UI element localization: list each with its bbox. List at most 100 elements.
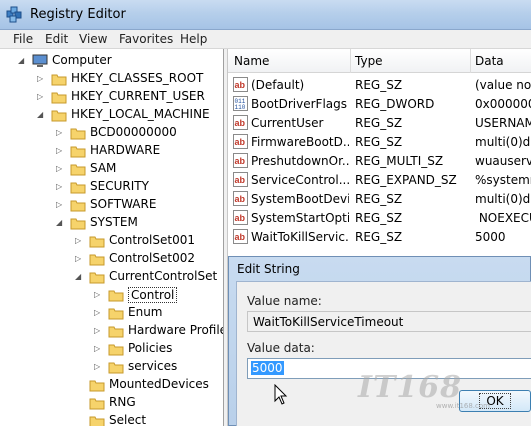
collapsed-arrow-icon[interactable]: ▷ — [94, 345, 101, 353]
tree-item-label: BCD00000000 — [90, 125, 177, 139]
value-type: REG_SZ — [355, 192, 403, 206]
svg-text:ab: ab — [235, 80, 246, 90]
tree-item-label: CurrentControlSet — [109, 269, 218, 283]
collapsed-arrow-icon[interactable]: ▷ — [94, 327, 101, 335]
column-header-data[interactable]: Data — [475, 54, 504, 68]
tree-item-label: Hardware Profiles — [128, 323, 224, 337]
ab-string-icon: ab — [233, 191, 248, 206]
tree-item-label: Enum — [128, 305, 163, 319]
column-header-name[interactable]: Name — [234, 54, 269, 68]
tree-item-label: ControlSet001 — [109, 233, 195, 247]
folder-open-icon — [108, 290, 124, 302]
menu-help[interactable]: Help — [180, 32, 207, 46]
tree-item-label-selected: Control — [128, 287, 178, 303]
folder-icon — [89, 236, 105, 248]
tree-item-label: SAM — [90, 161, 117, 175]
ab-string-icon: ab — [233, 153, 248, 168]
value-data: multi(0)dis — [475, 135, 531, 149]
expanded-arrow-icon[interactable]: ◢ — [75, 273, 82, 281]
value-row[interactable]: ab PreshutdownOr... REG_MULTI_SZ wuauser… — [228, 151, 531, 170]
ab-string-icon: ab — [233, 172, 248, 187]
value-row[interactable]: ab ServiceControl... REG_EXPAND_SZ %syst… — [228, 170, 531, 189]
folder-icon — [108, 326, 124, 338]
ab-string-icon: ab — [233, 210, 248, 225]
value-data: (value not — [475, 78, 531, 92]
registry-cube-icon — [6, 6, 22, 23]
value-name: SystemStartOpti... — [251, 211, 349, 225]
menu-view[interactable]: View — [79, 32, 107, 46]
folder-icon — [70, 182, 86, 194]
folder-icon — [108, 344, 124, 356]
ab-string-icon: ab — [233, 77, 248, 92]
svg-text:ab: ab — [235, 156, 246, 166]
computer-icon — [32, 54, 48, 67]
menu-favorites[interactable]: Favorites — [119, 32, 173, 46]
column-divider[interactable] — [470, 49, 471, 73]
tree-item-label: HARDWARE — [90, 143, 161, 157]
value-name: PreshutdownOr... — [251, 154, 349, 168]
value-type: REG_EXPAND_SZ — [355, 173, 457, 187]
column-divider[interactable] — [350, 49, 351, 73]
collapsed-arrow-icon[interactable]: ▷ — [75, 255, 82, 263]
registry-tree[interactable]: ◢ Computer ▷ HKEY_CLASSES_ROOT ▷ HKEY_CU… — [0, 49, 224, 426]
expanded-arrow-icon[interactable]: ◢ — [37, 111, 44, 119]
collapsed-arrow-icon[interactable]: ▷ — [94, 291, 101, 299]
value-row[interactable]: ab (Default) REG_SZ (value not — [228, 75, 531, 94]
collapsed-arrow-icon[interactable]: ▷ — [75, 237, 82, 245]
folder-icon — [108, 362, 124, 374]
value-data: %systemro — [475, 173, 531, 187]
value-name: WaitToKillServic... — [251, 230, 349, 244]
tree-item-label: services — [128, 359, 178, 373]
value-type: REG_MULTI_SZ — [355, 154, 444, 168]
value-row[interactable]: ab SystemBootDevi... REG_SZ multi(0)dis — [228, 189, 531, 208]
folder-icon — [89, 254, 105, 266]
expanded-arrow-icon[interactable]: ◢ — [18, 57, 25, 65]
folder-open-icon — [89, 272, 105, 284]
collapsed-arrow-icon[interactable]: ▷ — [56, 147, 63, 155]
collapsed-arrow-icon[interactable]: ▷ — [94, 363, 101, 371]
value-data: 0x00000000 — [475, 97, 531, 111]
folder-icon — [89, 380, 105, 392]
tree-item-label: HKEY_LOCAL_MACHINE — [71, 107, 210, 121]
menu-file[interactable]: File — [13, 32, 33, 46]
collapsed-arrow-icon[interactable]: ▷ — [37, 75, 44, 83]
tree-item-label: HKEY_CURRENT_USER — [71, 89, 205, 103]
svg-text:ab: ab — [235, 118, 246, 128]
value-row[interactable]: ab CurrentUser REG_SZ USERNAM — [228, 113, 531, 132]
tree-item-label: SECURITY — [90, 179, 149, 193]
collapsed-arrow-icon[interactable]: ▷ — [94, 309, 101, 317]
value-type: REG_SZ — [355, 211, 403, 225]
value-row[interactable]: ab WaitToKillServic... REG_SZ 5000 — [228, 227, 531, 246]
window-title: Registry Editor — [30, 7, 126, 22]
column-header-type[interactable]: Type — [355, 54, 383, 68]
collapsed-arrow-icon[interactable]: ▷ — [56, 201, 63, 209]
value-row[interactable]: ab FirmwareBootD... REG_SZ multi(0)dis — [228, 132, 531, 151]
menu-bar: File Edit View Favorites Help — [0, 30, 531, 49]
tree-item-label: Policies — [128, 341, 173, 355]
svg-text:ab: ab — [235, 194, 246, 204]
value-name: BootDriverFlags — [251, 97, 348, 111]
expanded-arrow-icon[interactable]: ◢ — [56, 219, 63, 227]
value-type: REG_SZ — [355, 78, 403, 92]
folder-icon — [70, 146, 86, 158]
value-name: ServiceControl... — [251, 173, 349, 187]
collapsed-arrow-icon[interactable]: ▷ — [37, 93, 44, 101]
watermark-logo: IT168 — [358, 370, 462, 405]
folder-icon — [89, 398, 105, 410]
value-row[interactable]: 011 110 BootDriverFlags REG_DWORD 0x00000… — [228, 94, 531, 113]
collapsed-arrow-icon[interactable]: ▷ — [56, 165, 63, 173]
value-type: REG_SZ — [355, 135, 403, 149]
value-name: (Default) — [251, 78, 305, 92]
value-type: REG_SZ — [355, 116, 403, 130]
folder-icon — [70, 164, 86, 176]
value-type: REG_SZ — [355, 230, 403, 244]
watermark-url: www.it168.com — [436, 402, 490, 410]
ab-string-icon: ab — [233, 229, 248, 244]
collapsed-arrow-icon[interactable]: ▷ — [56, 129, 63, 137]
collapsed-arrow-icon[interactable]: ▷ — [56, 183, 63, 191]
tree-item-label: ControlSet002 — [109, 251, 195, 265]
menu-edit[interactable]: Edit — [45, 32, 68, 46]
dialog-title: Edit String — [237, 262, 300, 276]
value-row[interactable]: ab SystemStartOpti... REG_SZ NOEXECU — [228, 208, 531, 227]
tree-item-label: SYSTEM — [90, 215, 138, 229]
